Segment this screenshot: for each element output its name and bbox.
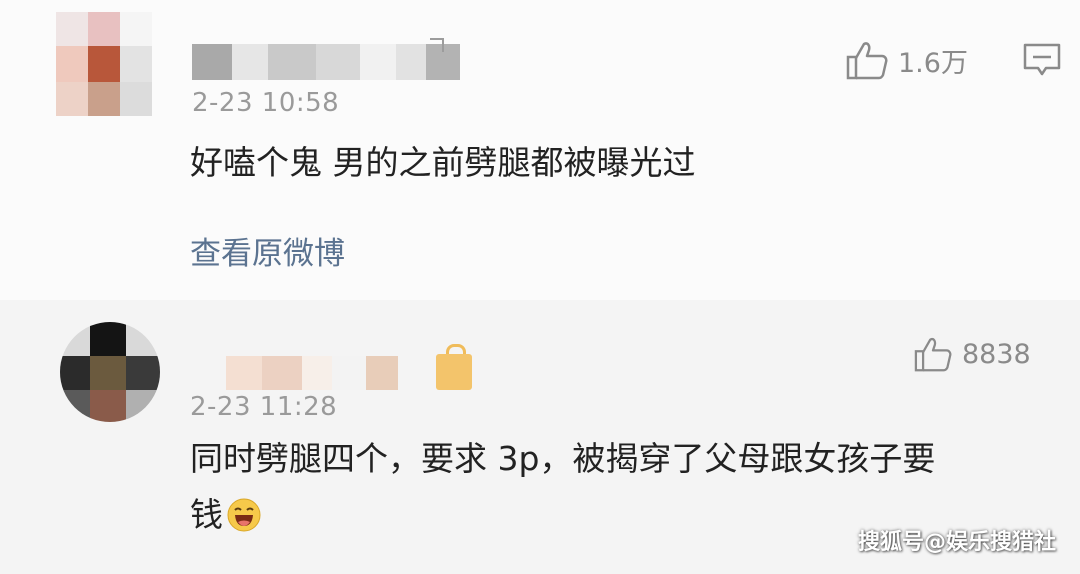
like-button[interactable]: 1.6万 [846, 40, 968, 80]
vip-badge-icon [430, 38, 444, 52]
comment-text: 好嗑个鬼 男的之前劈腿都被曝光过 [190, 143, 696, 182]
comment-item-2: 2-23 11:28 8838 同时劈腿四个，要求 3p，被揭穿了父母跟女孩子要… [0, 300, 1080, 574]
avatar[interactable] [56, 12, 152, 116]
avatar[interactable] [60, 322, 160, 422]
comment-item-1: 2-23 10:58 1.6万 好嗑个鬼 男的之前劈腿都被曝光过 查看原微博 [0, 0, 1080, 300]
thumbs-up-icon [914, 338, 952, 372]
comment-timestamp: 2-23 10:58 [192, 88, 340, 118]
comment-icon[interactable] [1022, 42, 1062, 78]
username-blurred[interactable] [192, 44, 460, 80]
watermark: 搜狐号@娱乐搜猎社 [857, 530, 1056, 555]
comment-text-line-1: 同时劈腿四个，要求 3p，被揭穿了父母跟女孩子要 [190, 439, 936, 478]
laughing-emoji-icon [227, 498, 261, 532]
like-count: 8838 [962, 338, 1031, 370]
username-blurred[interactable] [226, 356, 398, 390]
like-count: 1.6万 [898, 47, 968, 79]
comment-text-line-2-text: 钱 [190, 495, 223, 534]
like-button[interactable]: 8838 [914, 336, 1031, 372]
thumbs-up-icon [846, 42, 888, 80]
comment-text-line-2: 钱 [190, 486, 261, 544]
view-original-weibo-link[interactable]: 查看原微博 [190, 228, 345, 273]
comment-timestamp: 2-23 11:28 [190, 392, 338, 422]
gold-badge-icon [436, 344, 472, 390]
